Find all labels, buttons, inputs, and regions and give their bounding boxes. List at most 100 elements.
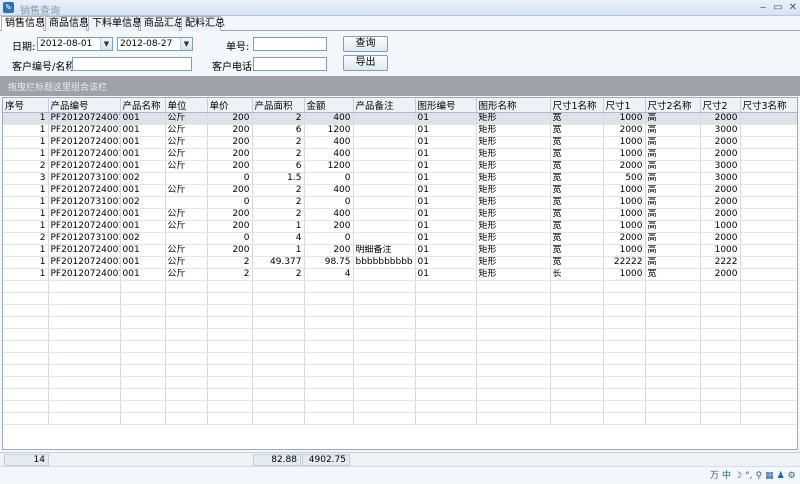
table-row[interactable]: 1 PF20120724001 001 公斤 2 49.377 98.75 bbbbbbbbb…: [3, 256, 797, 269]
table-cell: [353, 124, 416, 137]
table-cell: 2: [207, 256, 253, 269]
table-row[interactable]: 3 PF20120731001 002 0 1.5 0 01 矩形宽 500 高 3000: [3, 172, 797, 185]
softkeyboard-icon[interactable]: ⚲: [755, 470, 762, 482]
table-cell: 1: [3, 268, 49, 281]
table-cell: 高: [645, 124, 701, 137]
column-header[interactable]: 图形编号: [415, 98, 477, 113]
export-button[interactable]: 导出: [343, 55, 388, 71]
close-button[interactable]: ✕: [787, 2, 799, 13]
app-icon: ✎: [3, 2, 14, 13]
table-row[interactable]: 1 PF20120724001 001 公斤 200 1 200 01 矩形宽 1000 高 1000: [3, 220, 797, 233]
chevron-down-icon[interactable]: ▼: [180, 38, 192, 50]
column-header[interactable]: 尺寸1名称: [550, 98, 604, 113]
table-row[interactable]: 1 PF20120724001 001 公斤 200 2 400 01 矩形宽 1000 高 2000: [3, 148, 797, 161]
moon-icon[interactable]: ☽: [734, 470, 742, 482]
column-header[interactable]: 单价: [207, 98, 253, 113]
table-cell: 2000: [700, 232, 741, 245]
table-cell: 2000: [603, 124, 646, 137]
column-header[interactable]: 金额: [304, 98, 354, 113]
table-cell: 1000: [603, 184, 646, 197]
column-header[interactable]: 图形名称: [476, 98, 551, 113]
table-cell: 2222: [700, 256, 741, 269]
ime-mode-icon[interactable]: 万: [710, 470, 719, 482]
table-cell: 200: [207, 136, 253, 149]
table-cell: 2000: [700, 268, 741, 281]
tab-ingredient-summary[interactable]: 配料汇总: [181, 16, 225, 31]
customer-phone-input[interactable]: [253, 57, 327, 71]
table-row[interactable]: 1 PF20120724001 001 公斤 2 2 4 01 矩形长 1000 宽 2000: [3, 268, 797, 281]
table-row[interactable]: 1 PF20120724001 001 公斤 200 1 200 明细备注 01 矩形宽 1000 高…: [3, 244, 797, 257]
table-cell: 2: [252, 208, 305, 221]
query-button[interactable]: 查询: [343, 36, 388, 52]
tab-sales-info[interactable]: 销售信息: [1, 16, 45, 31]
table-row[interactable]: 2 PF20120731001 002 0 4 0 01 矩形宽 2000 高 2000: [3, 232, 797, 245]
customer-input[interactable]: [72, 57, 192, 71]
table-cell: [740, 172, 797, 185]
tab-cutting-order-info[interactable]: 下料单信息: [88, 16, 142, 31]
table-row[interactable]: 1 PF20120724001 001 公斤 200 2 400 01 矩形宽 1000 高 2000: [3, 208, 797, 221]
chevron-down-icon[interactable]: ▼: [100, 38, 112, 50]
group-by-panel[interactable]: 拖曳栏标题这里组合该栏: [0, 76, 800, 96]
table-row[interactable]: 1 PF20120724001 001 公斤 200 2 400 01 矩形宽 1000 高 2000: [3, 184, 797, 197]
column-header[interactable]: 产品备注: [353, 98, 416, 113]
table-cell: 1200: [304, 124, 354, 137]
table-cell: 0: [207, 172, 253, 185]
table-cell: 矩形: [476, 148, 551, 161]
table-cell: 2: [252, 112, 305, 125]
table-cell: 矩形: [476, 244, 551, 257]
table-cell: 001: [120, 208, 166, 221]
punctuation-icon[interactable]: °,: [745, 470, 752, 482]
table-cell: 公斤: [165, 184, 208, 197]
column-header[interactable]: 产品编号: [48, 98, 121, 113]
table-cell: 3000: [700, 160, 741, 173]
table-row[interactable]: 2 PF20120724001 001 公斤 200 6 1200 01 矩形宽 2000 高 300…: [3, 160, 797, 173]
table-cell: 001: [120, 256, 166, 269]
column-header[interactable]: 序号: [3, 98, 49, 113]
table-cell: 宽: [550, 256, 604, 269]
table-cell: 200: [207, 184, 253, 197]
table-cell: [740, 148, 797, 161]
table-cell: [353, 208, 416, 221]
table-cell: 高: [645, 148, 701, 161]
table-row[interactable]: 1 PF20120731001 002 0 2 0 01 矩形宽 1000 高 2000: [3, 196, 797, 209]
table-cell: [740, 256, 797, 269]
table-cell: 1000: [603, 220, 646, 233]
column-header[interactable]: 尺寸3名称: [740, 98, 797, 113]
column-header[interactable]: 产品名称: [120, 98, 166, 113]
table-cell: 高: [645, 232, 701, 245]
table-cell: 宽: [550, 112, 604, 125]
column-header[interactable]: 尺寸1: [603, 98, 646, 113]
table-cell: 1: [3, 112, 49, 125]
tab-product-info[interactable]: 商品信息: [45, 16, 89, 31]
column-header[interactable]: 尺寸2: [700, 98, 741, 113]
table-row[interactable]: 1 PF20120724001 001 公斤 200 6 1200 01 矩形宽 2000 高 300…: [3, 124, 797, 137]
tab-product-summary[interactable]: 商品汇总: [140, 16, 184, 31]
column-header[interactable]: 尺寸2名称: [645, 98, 701, 113]
table-cell: PF20120731001: [48, 232, 121, 245]
table-cell: PF20120731001: [48, 196, 121, 209]
user-icon[interactable]: ♟: [777, 470, 785, 482]
table-cell: 01: [415, 220, 477, 233]
minimize-button[interactable]: ‒: [757, 2, 769, 13]
table-cell: 矩形: [476, 124, 551, 137]
maximize-button[interactable]: ▭: [772, 2, 784, 13]
table-cell: 高: [645, 112, 701, 125]
table-cell: 001: [120, 124, 166, 137]
table-row[interactable]: 1 PF20120724001 001 公斤 200 2 400 01 矩形宽 1000 高 2000: [3, 136, 797, 149]
table-cell: [353, 232, 416, 245]
gear-icon[interactable]: ⚙: [788, 470, 796, 482]
table-cell: [740, 268, 797, 281]
table-cell: 公斤: [165, 268, 208, 281]
order-no-input[interactable]: [253, 37, 327, 51]
ime-toolbar[interactable]: 万 中 ☽ °, ⚲ ▦ ♟ ⚙: [710, 470, 796, 482]
table-cell: 200: [304, 220, 354, 233]
table-cell: 01: [415, 148, 477, 161]
ime-language-icon[interactable]: 中: [722, 470, 731, 482]
date-from-picker[interactable]: 2012-08-01 ▼: [37, 37, 113, 51]
table-cell: PF20120724001: [48, 268, 121, 281]
keyboard-icon[interactable]: ▦: [765, 470, 774, 482]
date-to-picker[interactable]: 2012-08-27 ▼: [117, 37, 193, 51]
table-row[interactable]: 1 PF20120724001 001 公斤 200 2 400 01 矩形宽 1000 高 2000: [3, 112, 797, 125]
column-header[interactable]: 单位: [165, 98, 208, 113]
column-header[interactable]: 产品面积: [252, 98, 305, 113]
